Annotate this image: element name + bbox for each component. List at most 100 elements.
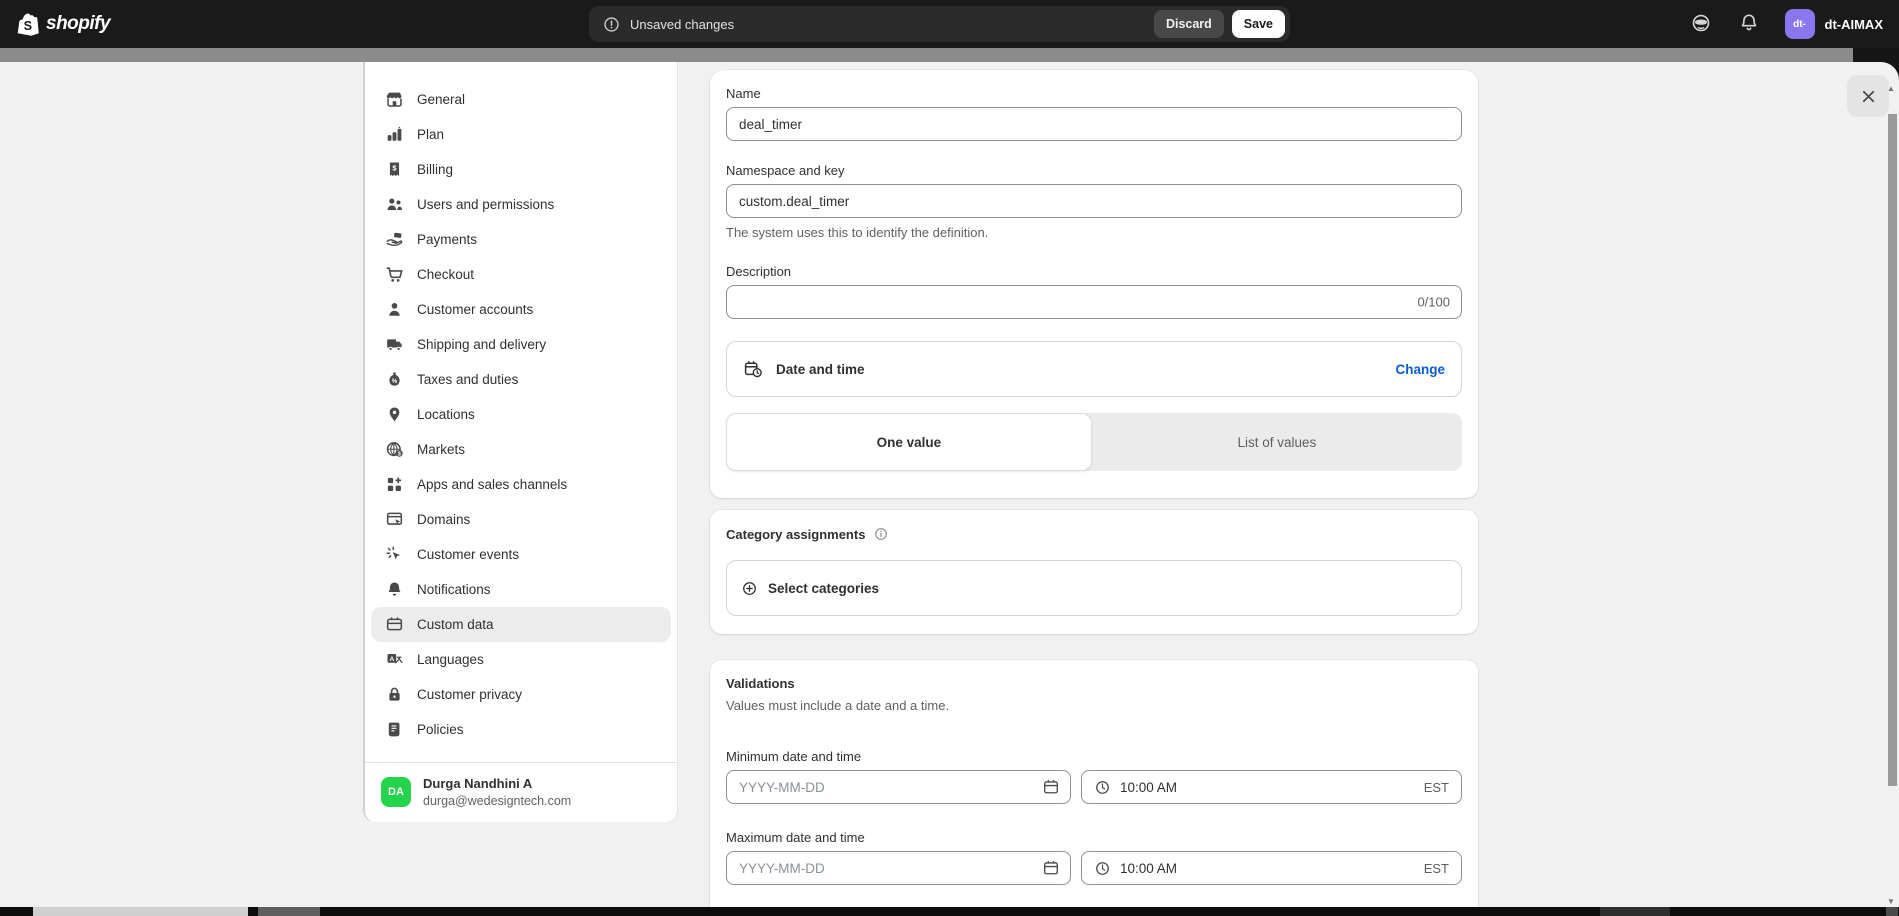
clock-icon [1094, 860, 1111, 877]
svg-text:S: S [24, 18, 32, 32]
shopify-logo[interactable]: S shopify [16, 11, 110, 38]
sidebar-item-taxes-and-duties[interactable]: % Taxes and duties [371, 362, 671, 397]
sidebar-item-users-and-permissions[interactable]: Users and permissions [371, 187, 671, 222]
payments-icon [385, 230, 404, 249]
min-timezone: EST [1424, 780, 1449, 795]
languages-icon: A [385, 650, 404, 669]
notifications-button[interactable] [1737, 12, 1761, 36]
discard-button[interactable]: Discard [1154, 10, 1224, 38]
save-button[interactable]: Save [1232, 10, 1285, 38]
taskbar-segment [33, 907, 248, 916]
svg-text:%: % [392, 378, 398, 385]
user-email: durga@wedesigntech.com [423, 793, 571, 809]
namespace-label: Namespace and key [726, 163, 1462, 178]
date-time-type-icon [743, 359, 763, 379]
bell-icon [1738, 12, 1760, 34]
plus-circle-icon [741, 580, 758, 597]
checkout-icon [385, 265, 404, 284]
user-name: Durga Nandhini A [423, 776, 571, 793]
change-type-link[interactable]: Change [1395, 362, 1445, 377]
scrollbar-thumb[interactable] [1888, 114, 1897, 786]
unsaved-changes-text: Unsaved changes [630, 17, 734, 32]
taskbar-segment [1886, 907, 1898, 916]
lock-icon [385, 685, 404, 704]
sidebar-user[interactable]: DA Durga Nandhini A durga@wedesigntech.c… [365, 762, 677, 822]
markets-icon: $ [385, 440, 404, 459]
min-date-input[interactable] [726, 770, 1071, 804]
modal-backdrop [0, 48, 1899, 62]
namespace-key-input[interactable] [726, 184, 1462, 218]
sidebar-item-shipping-and-delivery[interactable]: Shipping and delivery [371, 327, 671, 362]
sidebar-item-label: Payments [417, 232, 477, 247]
select-categories-button[interactable]: Select categories [726, 560, 1462, 616]
sidebar-item-customer-events[interactable]: Customer events [371, 537, 671, 572]
sidebar-item-markets[interactable]: $ Markets [371, 432, 671, 467]
sidebar-item-label: Locations [417, 407, 475, 422]
sidebar-item-label: Plan [417, 127, 444, 142]
min-date-label: Minimum date and time [726, 749, 1462, 764]
sidebar-item-general[interactable]: General [371, 82, 671, 117]
sidekick-icon [1690, 12, 1712, 34]
sidebar-item-policies[interactable]: Policies [371, 712, 671, 747]
sidebar-item-payments[interactable]: Payments [371, 222, 671, 257]
min-time-value: 10:00 AM [1120, 780, 1177, 795]
namespace-help-text: The system uses this to identify the def… [726, 225, 1462, 240]
max-timezone: EST [1424, 861, 1449, 876]
max-time-input[interactable]: 10:00 AM EST [1081, 851, 1462, 885]
sidebar-item-billing[interactable]: $ Billing [371, 152, 671, 187]
sidekick-assistant-button[interactable] [1689, 12, 1713, 36]
min-time-input[interactable]: 10:00 AM EST [1081, 770, 1462, 804]
category-assignments-card: Category assignments Select categories [710, 510, 1478, 634]
taskbar-segment [1600, 907, 1670, 916]
close-settings-button[interactable] [1847, 75, 1889, 117]
customdata-icon [385, 615, 404, 634]
sidebar-item-apps-and-sales-channels[interactable]: Apps and sales channels [371, 467, 671, 502]
shopify-settings-screen: S shopify Unsaved changes Discard Save [0, 0, 1899, 916]
scrollbar-down-arrow[interactable]: ▼ [1885, 897, 1897, 906]
validations-card: Validations Values must include a date a… [710, 660, 1478, 916]
name-input[interactable] [726, 107, 1462, 141]
sidebar-item-checkout[interactable]: Checkout [371, 257, 671, 292]
name-label: Name [726, 86, 1462, 101]
unsaved-changes-banner: Unsaved changes Discard Save [589, 6, 1290, 42]
sidebar-item-locations[interactable]: Locations [371, 397, 671, 432]
store-menu[interactable]: dt- dt-AIMAX [1785, 9, 1884, 39]
scrollbar-up-arrow[interactable]: ▲ [1885, 84, 1897, 93]
sidebar-item-label: Notifications [417, 582, 491, 597]
sidebar-item-customer-accounts[interactable]: Customer accounts [371, 292, 671, 327]
shipping-icon [385, 335, 404, 354]
max-date-label: Maximum date and time [726, 830, 1462, 845]
sidebar-item-customer-privacy[interactable]: Customer privacy [371, 677, 671, 712]
content-type-box: Date and time Change [726, 341, 1462, 397]
list-of-values-option[interactable]: List of values [1092, 413, 1462, 471]
content-type-label: Date and time [776, 362, 865, 377]
customer-icon [385, 300, 404, 319]
description-input[interactable] [726, 285, 1462, 319]
settings-nav: General Plan $ Billing Users and permiss… [365, 62, 677, 762]
taskbar-strip [0, 907, 1899, 916]
users-icon [385, 195, 404, 214]
sidebar-item-label: General [417, 92, 465, 107]
definition-card: Name Namespace and key The system uses t… [710, 70, 1478, 498]
sidebar-item-custom-data[interactable]: Custom data [371, 607, 671, 642]
sidebar-item-label: Policies [417, 722, 464, 737]
sidebar-item-plan[interactable]: Plan [371, 117, 671, 152]
sidebar-item-domains[interactable]: Domains [371, 502, 671, 537]
store-icon [385, 90, 404, 109]
sidebar-item-label: Domains [417, 512, 470, 527]
taskbar-segment [258, 907, 320, 916]
one-value-option[interactable]: One value [726, 413, 1092, 471]
sidebar-item-label: Customer privacy [417, 687, 522, 702]
max-date-input[interactable] [726, 851, 1071, 885]
sidebar-item-label: Custom data [417, 617, 494, 632]
info-icon[interactable] [873, 526, 889, 542]
sidebar-item-label: Customer accounts [417, 302, 533, 317]
cardinality-selector: One value List of values [726, 413, 1462, 471]
sidebar-item-languages[interactable]: A Languages [371, 642, 671, 677]
events-icon [385, 545, 404, 564]
topbar-right: dt- dt-AIMAX [1689, 9, 1884, 39]
select-categories-label: Select categories [768, 581, 879, 596]
sidebar-item-label: Shipping and delivery [417, 337, 546, 352]
sidebar-item-notifications[interactable]: Notifications [371, 572, 671, 607]
user-avatar: DA [381, 777, 411, 807]
